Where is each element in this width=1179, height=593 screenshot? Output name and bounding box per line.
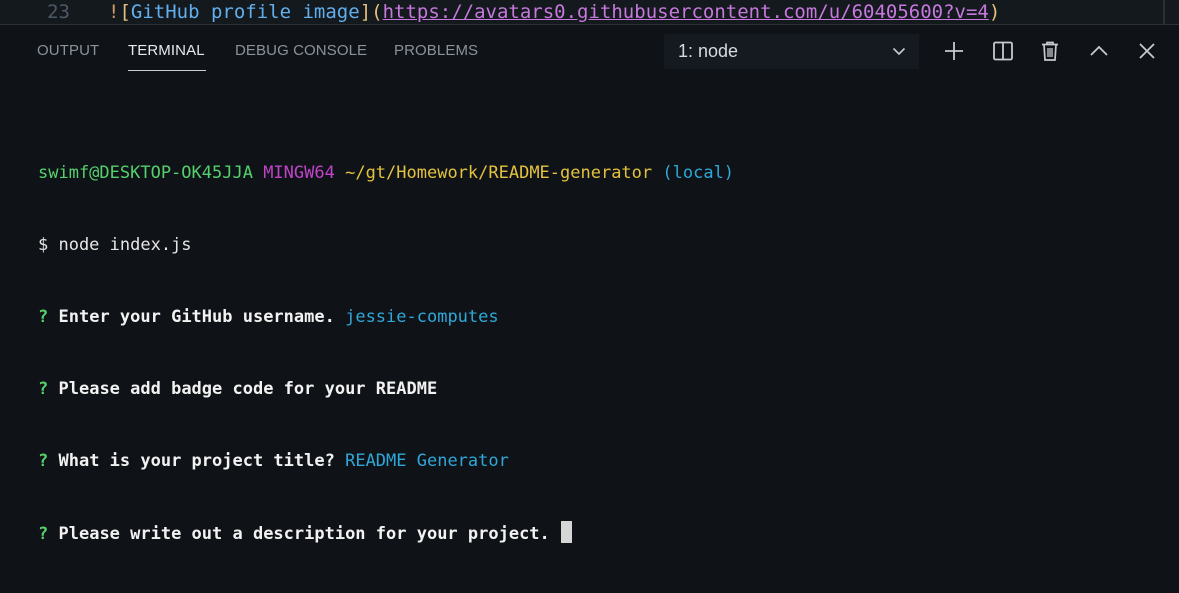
question-answer: jessie-computes bbox=[345, 307, 499, 327]
md-open-paren: ( bbox=[371, 1, 383, 23]
tab-output[interactable]: OUTPUT bbox=[37, 42, 99, 59]
md-bang: ! bbox=[108, 1, 120, 23]
terminal-select-dropdown[interactable]: 1: node bbox=[664, 34, 919, 69]
tab-debug-console[interactable]: DEBUG CONSOLE bbox=[235, 42, 367, 59]
code-content: ![GitHub profile image](https://avatars0… bbox=[108, 1, 1000, 23]
terminal-select-value: 1: node bbox=[678, 41, 739, 61]
question-mark: ? bbox=[38, 524, 49, 544]
prompt-branch: (local) bbox=[662, 163, 735, 183]
close-icon[interactable] bbox=[1135, 39, 1159, 63]
question-mark: ? bbox=[38, 307, 49, 327]
plus-icon[interactable] bbox=[942, 39, 966, 63]
question-text: Please write out a description for your … bbox=[58, 524, 550, 544]
question-answer: README Generator bbox=[345, 451, 509, 471]
question-text: What is your project title? bbox=[58, 451, 335, 471]
terminal-question-line: ? Enter your GitHub username. jessie-com… bbox=[38, 305, 734, 329]
md-close-paren: ) bbox=[988, 1, 1001, 23]
editor-code-line[interactable]: 23 ![GitHub profile image](https://avata… bbox=[0, 0, 1179, 24]
md-close-bracket: ] bbox=[359, 1, 372, 23]
question-text: Enter your GitHub username. bbox=[58, 307, 335, 327]
terminal-question-line: ? Please add badge code for your README bbox=[38, 377, 734, 401]
md-alt-text: GitHub profile image bbox=[130, 1, 360, 23]
tab-problems[interactable]: PROBLEMS bbox=[394, 42, 478, 59]
prompt-user-host: swimf@DESKTOP-OK45JJA bbox=[38, 163, 253, 183]
question-text: Please add badge code for your README bbox=[58, 379, 438, 399]
tab-terminal[interactable]: TERMINAL bbox=[128, 42, 205, 59]
line-number: 23 bbox=[47, 1, 70, 23]
chevron-up-icon[interactable] bbox=[1087, 39, 1111, 63]
terminal-prompt-line: swimf@DESKTOP-OK45JJA MINGW64 ~/gt/Homew… bbox=[38, 161, 734, 185]
terminal-cursor bbox=[561, 521, 573, 543]
trash-icon[interactable] bbox=[1038, 39, 1062, 63]
terminal-question-line: ? Please write out a description for you… bbox=[38, 521, 734, 545]
terminal-output[interactable]: swimf@DESKTOP-OK45JJA MINGW64 ~/gt/Homew… bbox=[38, 113, 734, 593]
chevron-down-icon bbox=[891, 43, 907, 59]
prompt-shell: MINGW64 bbox=[263, 163, 335, 183]
md-open-bracket: [ bbox=[119, 1, 131, 23]
active-tab-indicator bbox=[128, 70, 206, 71]
terminal-command-line: $ node index.js bbox=[38, 235, 192, 255]
editor-scrollbar[interactable] bbox=[1163, 0, 1165, 24]
question-mark: ? bbox=[38, 379, 49, 399]
md-url-link[interactable]: https://avatars0.githubusercontent.com/u… bbox=[383, 1, 989, 23]
bottom-panel: OUTPUT TERMINAL DEBUG CONSOLE PROBLEMS 1… bbox=[0, 24, 1179, 544]
prompt-path: ~/gt/Homework/README-generator bbox=[345, 163, 653, 183]
panel-header: OUTPUT TERMINAL DEBUG CONSOLE PROBLEMS 1… bbox=[0, 25, 1179, 79]
question-mark: ? bbox=[38, 451, 49, 471]
terminal-question-line: ? What is your project title? README Gen… bbox=[38, 449, 734, 473]
split-icon[interactable] bbox=[991, 39, 1015, 63]
